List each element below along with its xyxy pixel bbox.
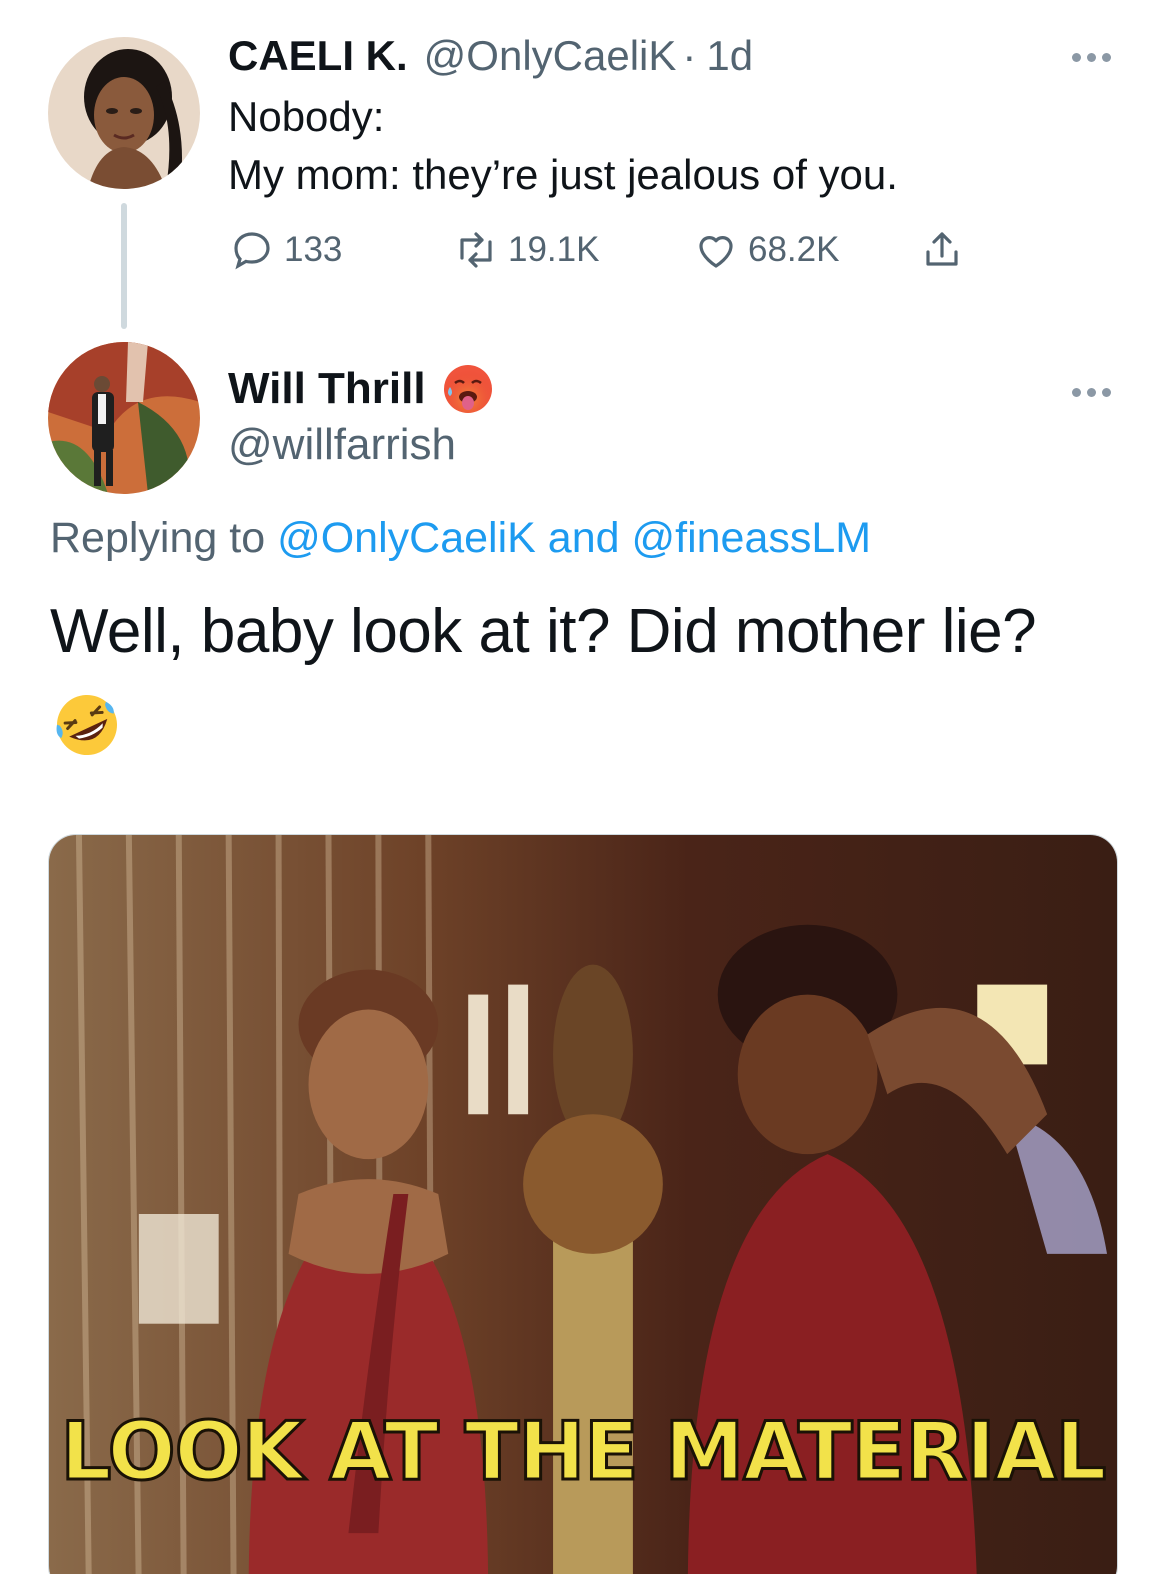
tweet1-action-bar: 133 19.1K 68.2K	[228, 226, 988, 276]
mention-onlycaelik[interactable]: @OnlyCaeliK	[277, 514, 536, 562]
retweet-count: 19.1K	[508, 230, 600, 269]
share-icon	[918, 226, 966, 274]
replying-to-line: Replying to @OnlyCaeliK and @fineassLM	[50, 514, 871, 563]
retweet-button[interactable]: 19.1K	[452, 226, 599, 274]
reply-count: 133	[284, 230, 343, 269]
thread-connector-line	[121, 203, 127, 329]
tweet1-header: CAELI K. @OnlyCaeliK · 1d	[228, 32, 753, 80]
replying-prefix: Replying to	[50, 514, 278, 562]
tweet1-text-line-2: My mom: they’re just jealous of you.	[228, 151, 898, 198]
like-icon	[692, 226, 740, 274]
like-count: 68.2K	[748, 230, 840, 269]
retweet-icon	[452, 226, 500, 274]
tweet2-handle[interactable]: @willfarrish	[228, 420, 456, 470]
tweet1-more-icon[interactable]	[1072, 53, 1111, 62]
avatar-caeli[interactable]	[48, 37, 200, 189]
gif-caption: LOOK AT THE MATERIAL	[59, 1404, 1108, 1500]
share-button[interactable]	[918, 226, 966, 274]
replying-and: and	[535, 514, 632, 562]
tweet1-separator: ·	[682, 32, 697, 79]
reply-button[interactable]: 133	[228, 226, 342, 274]
mention-fineasslm[interactable]: @fineassLM	[631, 514, 871, 562]
tweet1-text-line-1: Nobody:	[228, 93, 385, 140]
tweet1-handle[interactable]: @OnlyCaeliK	[424, 32, 677, 80]
tweet1-timestamp[interactable]: 1d	[706, 32, 753, 80]
tweet2-name-row: Will Thrill	[228, 363, 494, 415]
rolling-on-floor-laughing-emoji-icon	[52, 690, 122, 760]
like-button[interactable]: 68.2K	[692, 226, 839, 274]
tweet1-display-name[interactable]: CAELI K.	[228, 32, 408, 80]
tweet2-more-icon[interactable]	[1072, 388, 1111, 397]
avatar-will[interactable]	[48, 342, 200, 494]
reply-icon	[228, 226, 276, 274]
tweet2-text: Well, baby look at it? Did mother lie?	[50, 597, 1037, 666]
hot-face-emoji-icon	[442, 363, 494, 415]
gif-media[interactable]: LOOK AT THE MATERIAL	[48, 834, 1118, 1574]
tweet2-display-name[interactable]: Will Thrill	[228, 364, 426, 414]
